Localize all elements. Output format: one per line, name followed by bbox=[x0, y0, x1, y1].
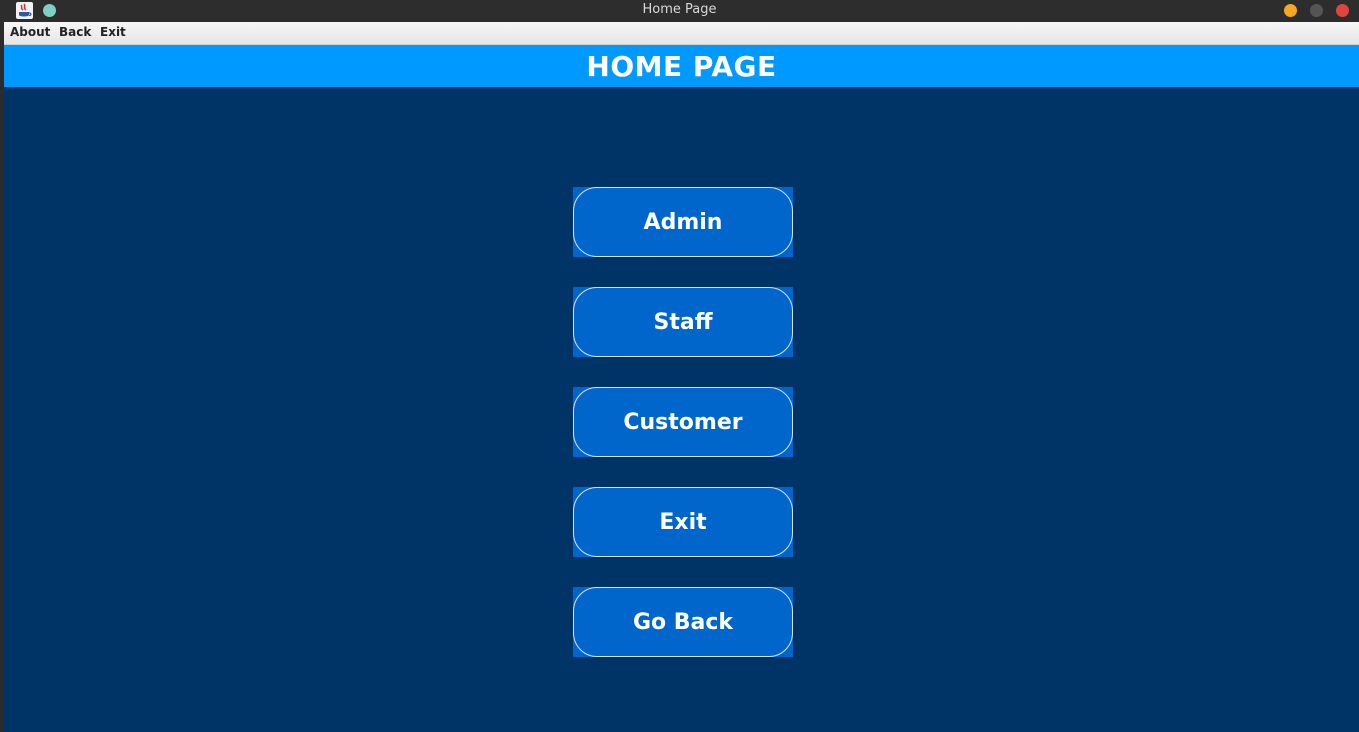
header-band: HOME PAGE bbox=[4, 45, 1359, 87]
exit-button-frame: Exit bbox=[573, 487, 793, 557]
go-back-button[interactable]: Go Back bbox=[573, 587, 793, 657]
title-bar[interactable]: Home Page bbox=[0, 0, 1359, 22]
customer-button[interactable]: Customer bbox=[573, 387, 793, 457]
staff-button[interactable]: Staff bbox=[573, 287, 793, 357]
minimize-button[interactable] bbox=[1284, 4, 1297, 17]
window-title: Home Page bbox=[642, 2, 717, 17]
admin-button[interactable]: Admin bbox=[573, 187, 793, 257]
page-title: HOME PAGE bbox=[586, 50, 777, 83]
exit-button[interactable]: Exit bbox=[573, 487, 793, 557]
admin-button-frame: Admin bbox=[573, 187, 793, 257]
staff-button-frame: Staff bbox=[573, 287, 793, 357]
menu-item-about[interactable]: About bbox=[10, 22, 50, 44]
menu-item-exit[interactable]: Exit bbox=[100, 22, 126, 44]
close-button[interactable] bbox=[1336, 4, 1349, 17]
maximize-button[interactable] bbox=[1310, 4, 1323, 17]
customer-button-frame: Customer bbox=[573, 387, 793, 457]
app-window: Home Page About Back Exit HOME PAGE Admi… bbox=[0, 0, 1359, 732]
menu-bar: About Back Exit bbox=[4, 22, 1359, 45]
menu-item-back[interactable]: Back bbox=[59, 22, 91, 44]
main-panel: Admin Staff Customer Exit Go Back bbox=[4, 87, 1359, 732]
go-back-button-frame: Go Back bbox=[573, 587, 793, 657]
